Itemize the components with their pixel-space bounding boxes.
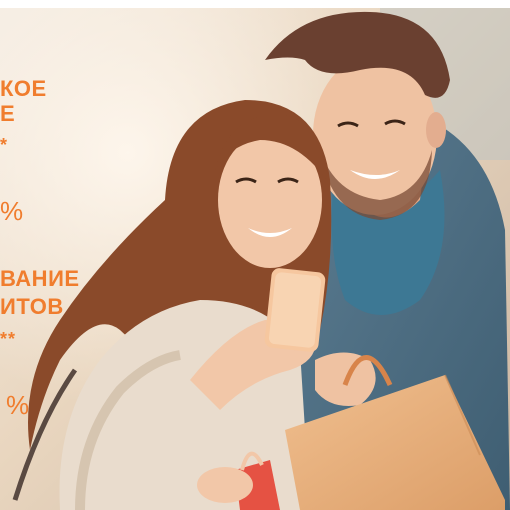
ad-line-4: ИТОВ [0,294,64,319]
ad-percent-1: % [0,196,24,226]
ad-percent-2: % [6,390,30,420]
couple-shopping-photo [0,0,510,510]
ad-asterisk-1: * [0,135,9,155]
ad-line-3: ВАНИЕ [0,266,80,291]
ad-line-2: Е [0,101,16,126]
ad-line-1: КОЕ [0,76,47,101]
ad-asterisk-2: ** [0,329,17,349]
